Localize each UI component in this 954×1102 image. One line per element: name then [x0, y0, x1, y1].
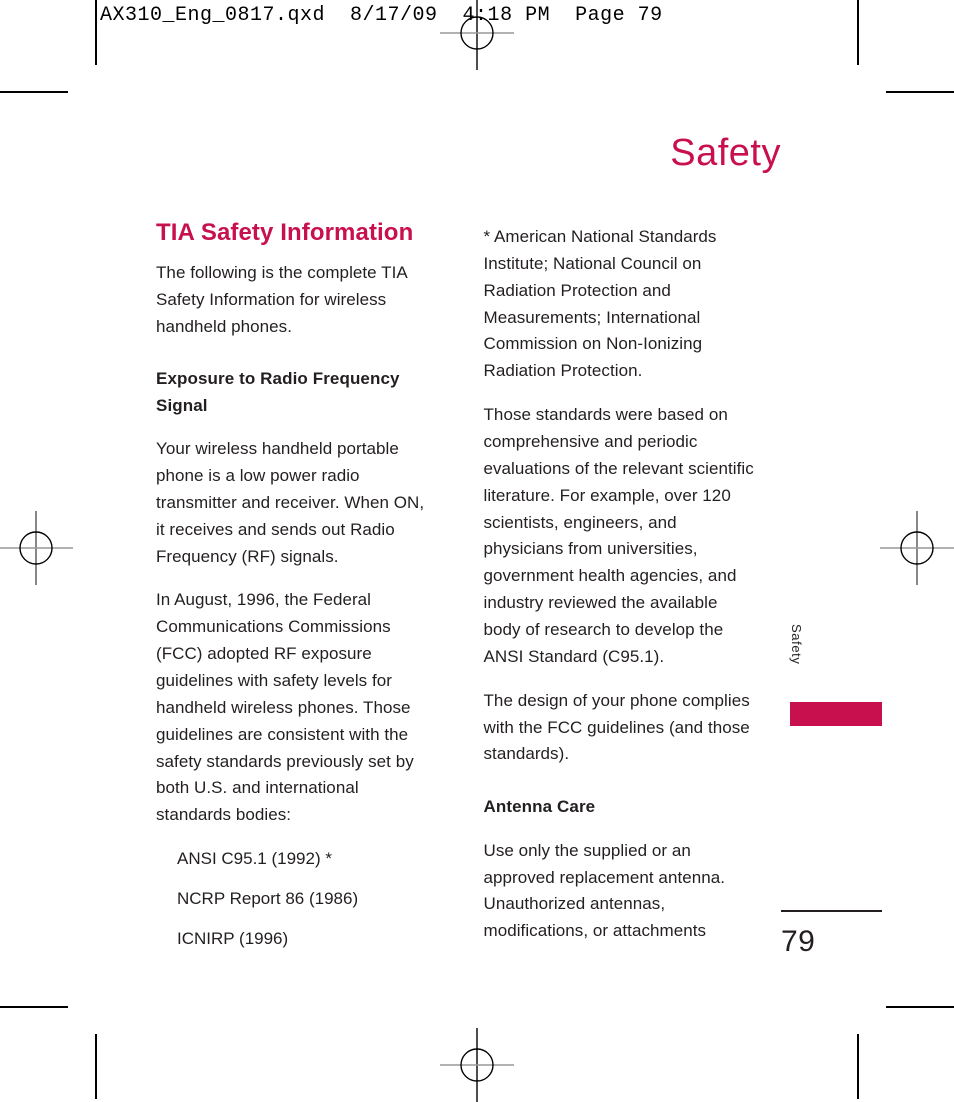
crop-mark-top-left-vertical: [95, 0, 97, 65]
paragraph-ansi-standard: Those standards were based on comprehens…: [483, 405, 754, 666]
list-item: NCRP Report 86 (1986): [177, 888, 359, 908]
paragraph-design-complies: The design of your phone complies with t…: [483, 690, 750, 764]
subheading-antenna-care: Antenna Care: [483, 797, 596, 817]
crop-mark-bottom-right-vertical: [857, 1034, 859, 1099]
thumb-tab-label: Safety: [789, 624, 804, 665]
left-column: TIA Safety Information The following is …: [156, 219, 429, 953]
registration-mark-icon-left: [0, 511, 73, 585]
page-number: 79: [781, 925, 816, 958]
registration-mark-icon-right: [880, 511, 954, 585]
section-title: TIA Safety Information: [156, 219, 414, 246]
body-columns: TIA Safety Information The following is …: [156, 219, 756, 953]
list-item: ICNIRP (1996): [177, 928, 289, 948]
intro-paragraph: The following is the complete TIA Safety…: [156, 262, 407, 336]
standards-list: ANSI C95.1 (1992) * NCRP Report 86 (1986…: [156, 846, 429, 953]
subheading-exposure-to-rf-signal: Exposure to Radio Frequency Signal: [156, 369, 400, 415]
folio-rule: [781, 910, 882, 912]
crop-mark-top-right-vertical: [857, 0, 859, 65]
registration-mark-icon-bottom: [440, 1028, 514, 1102]
paragraph-rf-transmitter: Your wireless handheld portable phone is…: [156, 439, 425, 566]
page-title: Safety: [670, 132, 781, 174]
manual-page: Safety TIA Safety Information The follow…: [95, 92, 882, 1007]
footnote-standards-bodies: * American National Standards Institute;…: [483, 227, 717, 381]
prepress-slug: AX310_Eng_0817.qxd 8/17/09 4:18 PM Page …: [100, 4, 663, 27]
crop-mark-bottom-right-horizontal: [886, 1006, 954, 1008]
paragraph-fcc-guidelines: In August, 1996, the Federal Communicati…: [156, 590, 414, 825]
paragraph-antenna-use: Use only the supplied or an approved rep…: [483, 840, 726, 941]
crop-mark-bottom-left-vertical: [95, 1034, 97, 1099]
crop-mark-top-left-horizontal: [0, 91, 68, 93]
crop-mark-bottom-left-horizontal: [0, 1006, 68, 1008]
thumb-tab-marker: [790, 702, 882, 726]
right-column: * American National Standards Institute;…: [484, 219, 757, 953]
list-item: ANSI C95.1 (1992) *: [177, 849, 332, 869]
crop-mark-top-right-horizontal: [886, 91, 954, 93]
registration-mark-icon-top: [440, 0, 514, 70]
